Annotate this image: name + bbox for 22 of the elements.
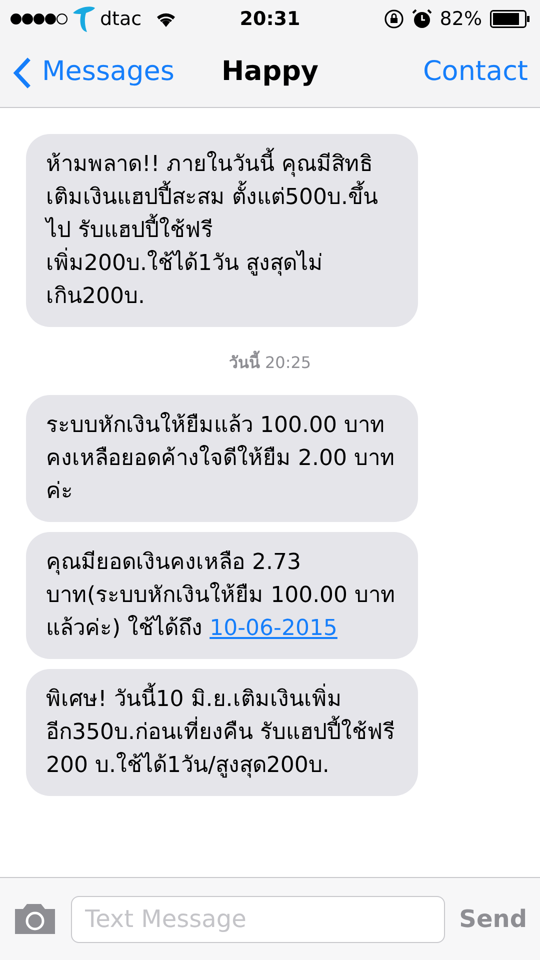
message-bubble: คุณมียอดเงินคงเหลือ 2.73 บาท(ระบบหักเงินให้ยืม 100.00 บาท แล้วค่ะ) ใช้ได้ถึง 10-06-2015 (26, 532, 418, 659)
conversation-title: Happy (220, 55, 320, 90)
message-input[interactable]: Text Message (71, 896, 446, 942)
alarm-icon (412, 9, 432, 29)
signal-icon (10, 13, 68, 25)
wifi-icon (154, 11, 177, 27)
back-button[interactable]: Messages (12, 52, 212, 93)
date-link[interactable]: 10-06-2015 (210, 616, 338, 641)
message-bubble: ห้ามพลาด!! ภายในวันนี้ คุณมีสิทธิเติมเงินแฮปปี้สะสม ตั้งแต่500บ.ขึ้นไป รับแฮปปี้ใช้ฟรี เพิ่ม200บ.ใช้ได้1วัน สูงสุดไม่เกิน200บ. (26, 134, 418, 327)
contact-button[interactable]: Contact (328, 52, 528, 93)
send-button[interactable]: Send (459, 901, 527, 937)
battery-icon (490, 10, 530, 28)
battery-percent: 82% (440, 6, 482, 32)
carrier-logo-icon (71, 5, 97, 33)
message-bubble: พิเศษ! วันนี้10 มิ.ย.เติมเงินเพิ่มอีก350บ.ก่อนเที่ยงคืน รับแฮปปี้ใช้ฟรี 200 บ.ใช้ได้1วัน/สูงสุด200บ. (26, 669, 418, 796)
message-bubble: ระบบหักเงินให้ยืมแล้ว 100.00 บาท คงเหลือยอดค้างใจดีให้ยืม 2.00 บาท ค่ะ (26, 395, 418, 522)
carrier-name: dtac (100, 6, 142, 32)
camera-icon[interactable] (13, 903, 57, 935)
chevron-left-icon (12, 56, 32, 88)
rotation-lock-icon (384, 9, 404, 29)
status-time: 20:31 (238, 6, 302, 32)
date-separator: วันนี้ 20:25 (26, 351, 514, 375)
